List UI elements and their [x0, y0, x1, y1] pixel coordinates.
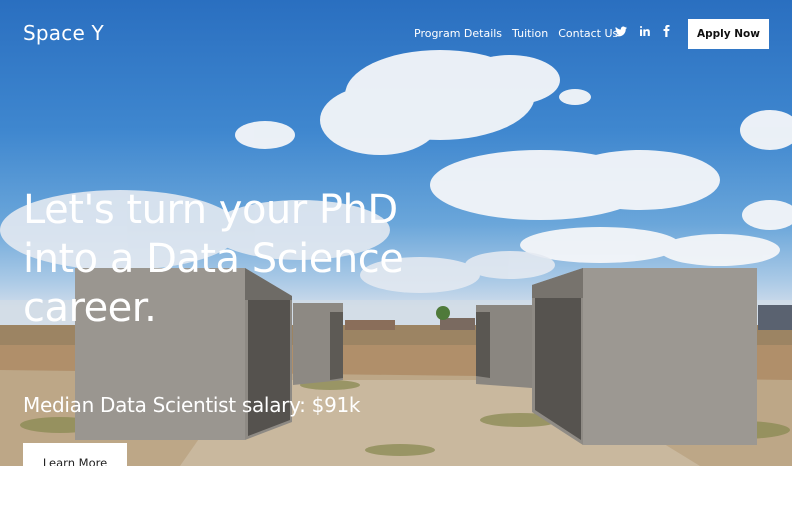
social-links [615, 25, 670, 37]
nav-link-program-details[interactable]: Program Details [414, 27, 502, 40]
facebook-icon[interactable] [663, 25, 670, 37]
nav-link-contact-us[interactable]: Contact Us [558, 27, 618, 40]
twitter-icon[interactable] [615, 26, 627, 37]
apply-now-button[interactable]: Apply Now [688, 19, 769, 49]
hero-section: Space Y Program Details Tuition Contact … [0, 0, 792, 466]
learn-more-button[interactable]: Learn More [23, 443, 127, 466]
linkedin-icon[interactable] [640, 26, 650, 36]
hero-salary-subline: Median Data Scientist salary: $91k [23, 393, 361, 417]
brand-logo[interactable]: Space Y [23, 21, 104, 45]
nav-link-tuition[interactable]: Tuition [512, 27, 548, 40]
hero-headline: Let's turn your PhD into a Data Science … [23, 187, 404, 331]
main-nav: Program Details Tuition Contact Us [414, 27, 618, 40]
